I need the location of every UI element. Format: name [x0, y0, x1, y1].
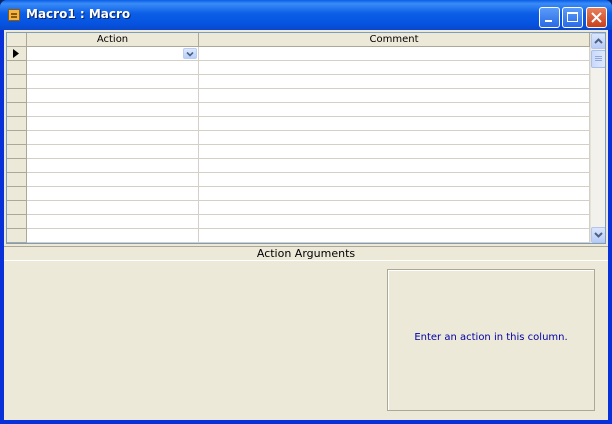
comment-cell[interactable]: [199, 229, 590, 243]
row-selector[interactable]: [7, 145, 27, 159]
scroll-thumb[interactable]: [591, 50, 605, 68]
comment-cell[interactable]: [199, 159, 590, 173]
current-row-arrow-icon: [13, 49, 19, 58]
action-cell[interactable]: [27, 89, 199, 103]
row-selector[interactable]: [7, 215, 27, 229]
action-dropdown-button[interactable]: [183, 48, 197, 59]
action-cell[interactable]: [27, 159, 199, 173]
row-selector[interactable]: [7, 131, 27, 145]
action-cell[interactable]: [27, 173, 199, 187]
close-button[interactable]: [586, 7, 607, 28]
comment-cell[interactable]: [199, 201, 590, 215]
row-selector[interactable]: [7, 61, 27, 75]
comment-cell[interactable]: [199, 145, 590, 159]
macro-icon: [8, 9, 20, 21]
minimize-icon: [545, 20, 552, 22]
comment-cell[interactable]: [199, 173, 590, 187]
vertical-scrollbar[interactable]: [590, 33, 605, 243]
close-icon: [591, 12, 602, 23]
hint-text: Enter an action in this column.: [414, 332, 568, 343]
row-selector[interactable]: [7, 117, 27, 131]
row-selector[interactable]: [7, 187, 27, 201]
comment-cell[interactable]: [199, 89, 590, 103]
maximize-button[interactable]: [562, 7, 583, 28]
minimize-button[interactable]: [539, 7, 560, 28]
row-selector[interactable]: [7, 47, 27, 61]
scroll-up-button[interactable]: [591, 33, 605, 49]
chevron-down-icon: [186, 51, 194, 57]
action-arguments-area: [6, 266, 384, 414]
window-title: Macro1 : Macro: [26, 7, 131, 21]
grid-corner[interactable]: [7, 33, 27, 47]
action-cell[interactable]: [27, 131, 199, 145]
macro-window: Macro1 : Macro Action Comment Action Arg…: [0, 0, 612, 424]
row-selector[interactable]: [7, 173, 27, 187]
chevron-down-icon: [594, 232, 603, 238]
comment-cell[interactable]: [199, 75, 590, 89]
row-selector[interactable]: [7, 201, 27, 215]
action-cell[interactable]: [27, 145, 199, 159]
action-cell[interactable]: [27, 187, 199, 201]
comment-cell[interactable]: [199, 47, 590, 61]
action-cell[interactable]: [27, 201, 199, 215]
macro-grid: Action Comment: [6, 32, 606, 244]
action-cell[interactable]: [27, 215, 199, 229]
comment-cell[interactable]: [199, 131, 590, 145]
comment-cell[interactable]: [199, 187, 590, 201]
action-cell[interactable]: [27, 103, 199, 117]
row-selector[interactable]: [7, 159, 27, 173]
comment-cell[interactable]: [199, 103, 590, 117]
comment-cell[interactable]: [199, 215, 590, 229]
chevron-up-icon: [594, 38, 603, 44]
maximize-icon: [567, 12, 578, 22]
action-column-header[interactable]: Action: [27, 33, 199, 47]
action-cell[interactable]: [27, 229, 199, 243]
hint-panel: Enter an action in this column.: [387, 269, 595, 411]
action-cell[interactable]: [27, 75, 199, 89]
comment-cell[interactable]: [199, 61, 590, 75]
row-selector[interactable]: [7, 89, 27, 103]
action-cell[interactable]: [27, 61, 199, 75]
row-selector[interactable]: [7, 75, 27, 89]
row-selector[interactable]: [7, 229, 27, 243]
comment-column-header[interactable]: Comment: [199, 33, 590, 47]
action-cell[interactable]: [27, 47, 199, 61]
macro-designer: Action Comment Action Arguments Enter an…: [4, 30, 608, 420]
comment-cell[interactable]: [199, 117, 590, 131]
scroll-down-button[interactable]: [591, 227, 605, 243]
title-bar[interactable]: Macro1 : Macro: [0, 0, 612, 30]
action-cell[interactable]: [27, 117, 199, 131]
row-selector[interactable]: [7, 103, 27, 117]
action-arguments-header: Action Arguments: [4, 246, 608, 261]
